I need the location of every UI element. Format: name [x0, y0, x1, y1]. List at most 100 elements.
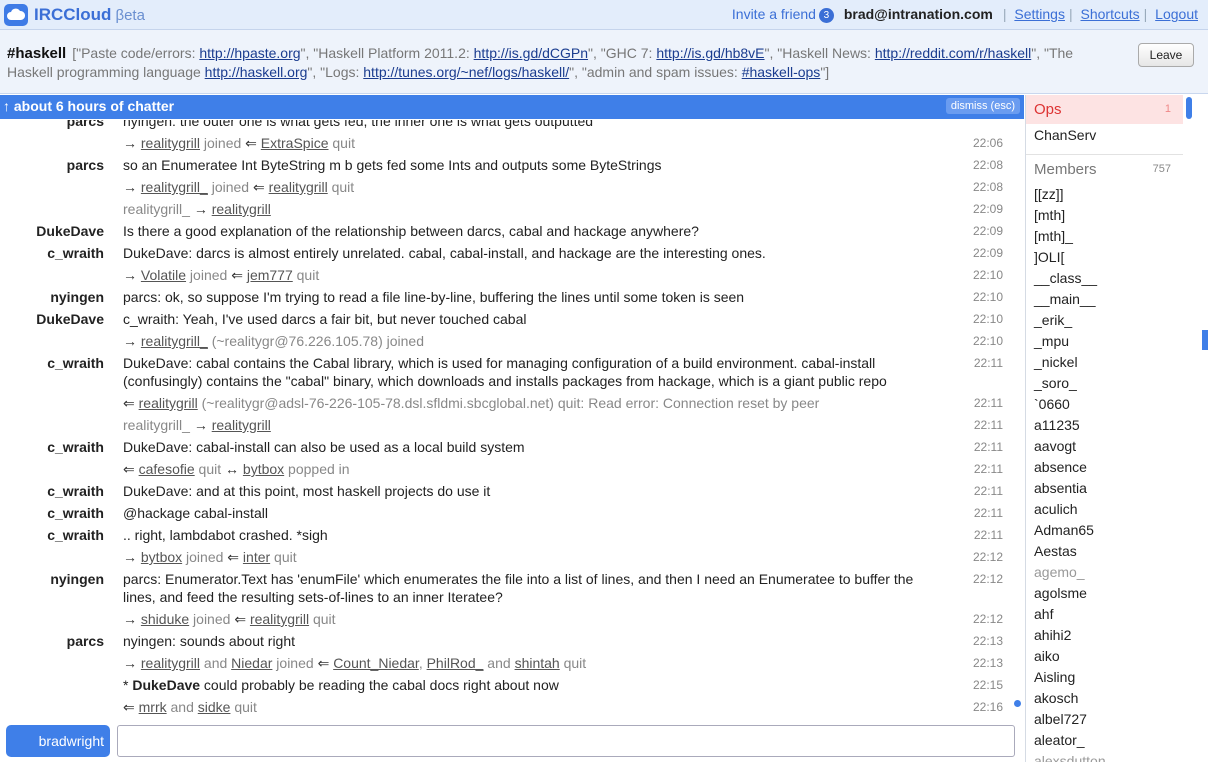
op-member[interactable]: ChanServ [1026, 124, 1183, 148]
member-item[interactable]: aculich [1026, 499, 1183, 520]
nick-link[interactable]: mrrk [139, 699, 167, 714]
message-nick[interactable]: DukeDave [0, 222, 104, 240]
nick-link[interactable]: inter [243, 549, 270, 565]
topic-link[interactable]: http://is.gd/hb8vE [656, 45, 764, 61]
message-timestamp: 22:16 [972, 700, 1003, 714]
member-item[interactable]: __main__ [1026, 289, 1183, 310]
message-text: → realitygrill_ joined ⇐ realitygrill qu… [123, 178, 931, 196]
shortcuts-link[interactable]: Shortcuts [1081, 6, 1140, 22]
invite-friend-link[interactable]: Invite a friend [732, 6, 816, 22]
member-item[interactable]: _erik_ [1026, 310, 1183, 331]
member-item[interactable]: absentia [1026, 478, 1183, 499]
nick-link[interactable]: shintah [515, 655, 560, 671]
nick-link[interactable]: cafesofie [139, 461, 195, 477]
chatter-backlog-bar[interactable]: ↑ about 6 hours of chatter dismiss (esc) [0, 95, 1024, 119]
nick-link[interactable]: bytbox [243, 461, 284, 477]
message-row: c_wraith DukeDave: darcs is almost entire… [0, 242, 1024, 264]
member-item[interactable]: agemo_ [1026, 562, 1183, 583]
message-nick[interactable]: c_wraith [0, 244, 104, 262]
member-item[interactable]: aleator_ [1026, 730, 1183, 751]
message-nick[interactable]: c_wraith [0, 526, 104, 544]
nick-link[interactable]: realitygrill [141, 655, 200, 671]
app-brand[interactable]: IRCCloud βeta [34, 5, 145, 25]
member-item[interactable]: absence [1026, 457, 1183, 478]
sidebar-scrollbar[interactable] [1185, 95, 1208, 762]
nick-link[interactable]: realitygrill [212, 417, 271, 433]
message-nick[interactable]: c_wraith [0, 482, 104, 500]
nick-link[interactable]: realitygrill [139, 395, 198, 411]
nick-link[interactable]: shiduke [141, 611, 189, 627]
nick-link[interactable]: Niedar [231, 655, 272, 671]
system-event-row: → shiduke joined ⇐ realitygrill quit 22:1… [0, 608, 1024, 630]
message-timestamp: 22:10 [972, 334, 1003, 348]
member-item[interactable]: _mpu [1026, 331, 1183, 352]
topic-link[interactable]: http://is.gd/dCGPn [474, 45, 588, 61]
member-item[interactable]: aavogt [1026, 436, 1183, 457]
member-item[interactable]: [mth]_ [1026, 226, 1183, 247]
message-nick[interactable]: parcs [0, 120, 104, 130]
chatter-label[interactable]: ↑ about 6 hours of chatter [3, 98, 174, 114]
nick-link[interactable]: realitygrill [141, 135, 200, 151]
message-input[interactable] [117, 725, 1015, 757]
nick-link[interactable]: jem777 [247, 267, 293, 283]
topic-link[interactable]: http://tunes.org/~nef/logs/haskell/ [363, 64, 569, 80]
member-item[interactable]: _nickel [1026, 352, 1183, 373]
message-timestamp: 22:13 [972, 656, 1003, 670]
member-item[interactable]: ]OLI[ [1026, 247, 1183, 268]
message-nick[interactable]: parcs [0, 156, 104, 174]
nick-link[interactable]: PhilRod_ [427, 655, 484, 671]
message-nick[interactable]: c_wraith [0, 438, 104, 456]
user-email: brad@intranation.com [843, 6, 993, 22]
member-item[interactable]: __class__ [1026, 268, 1183, 289]
beta-label: βeta [115, 7, 145, 24]
nick-button[interactable]: bradwright [6, 725, 110, 757]
nick-link[interactable]: realitygrill_ [141, 333, 208, 349]
nick-link[interactable]: realitygrill [250, 611, 309, 627]
nick-link[interactable]: realitygrill_ [141, 179, 208, 195]
scrollbar-thumb[interactable] [1186, 97, 1192, 119]
logout-link[interactable]: Logout [1155, 6, 1198, 22]
nick-link[interactable]: Volatile [141, 267, 186, 283]
topic-link[interactable]: #haskell-ops [742, 64, 821, 80]
member-item[interactable]: [mth] [1026, 205, 1183, 226]
irccloud-logo-icon[interactable] [4, 4, 28, 26]
text-span: joined [182, 549, 228, 565]
message-row: parcs nyingen: the outer one is what gets… [0, 120, 1024, 132]
member-item[interactable]: a11235 [1026, 415, 1183, 436]
action-nick[interactable]: DukeDave [132, 677, 200, 693]
member-item[interactable]: aiko [1026, 646, 1183, 667]
nick-link[interactable]: ExtraSpice [261, 135, 329, 151]
member-item[interactable]: ahf [1026, 604, 1183, 625]
member-item[interactable]: Aisling [1026, 667, 1183, 688]
text-span: DukeDave: and at this point, most haskel… [123, 483, 491, 499]
member-item[interactable]: _soro_ [1026, 373, 1183, 394]
text-span: quit [270, 549, 297, 565]
nick-link[interactable]: realitygrill [269, 179, 328, 195]
member-item[interactable]: [[zz]] [1026, 184, 1183, 205]
message-nick[interactable]: c_wraith [0, 504, 104, 522]
topic-link[interactable]: http://hpaste.org [199, 45, 300, 61]
member-item[interactable]: alexsdutton [1026, 751, 1183, 762]
message-nick[interactable]: DukeDave [0, 310, 104, 328]
message-nick[interactable]: parcs [0, 632, 104, 650]
message-nick[interactable]: nyingen [0, 288, 104, 306]
message-log[interactable]: parcs nyingen: the outer one is what gets… [0, 120, 1024, 714]
topic-link[interactable]: http://haskell.org [205, 64, 308, 80]
dismiss-button[interactable]: dismiss (esc) [945, 98, 1020, 114]
member-item[interactable]: Adman65 [1026, 520, 1183, 541]
member-item[interactable]: akosch [1026, 688, 1183, 709]
member-item[interactable]: agolsme [1026, 583, 1183, 604]
member-item[interactable]: albel727 [1026, 709, 1183, 730]
nick-link[interactable]: bytbox [141, 549, 182, 565]
member-item[interactable]: Aestas [1026, 541, 1183, 562]
message-nick[interactable]: c_wraith [0, 354, 104, 372]
settings-link[interactable]: Settings [1014, 6, 1065, 22]
topic-link[interactable]: http://reddit.com/r/haskell [875, 45, 1031, 61]
leave-button[interactable]: Leave [1138, 43, 1194, 67]
member-item[interactable]: ahihi2 [1026, 625, 1183, 646]
nick-link[interactable]: Count_Niedar [333, 655, 419, 671]
message-nick[interactable]: nyingen [0, 570, 104, 588]
nick-link[interactable]: sidke [198, 699, 231, 714]
nick-link[interactable]: realitygrill [212, 201, 271, 217]
member-item[interactable]: `0660 [1026, 394, 1183, 415]
